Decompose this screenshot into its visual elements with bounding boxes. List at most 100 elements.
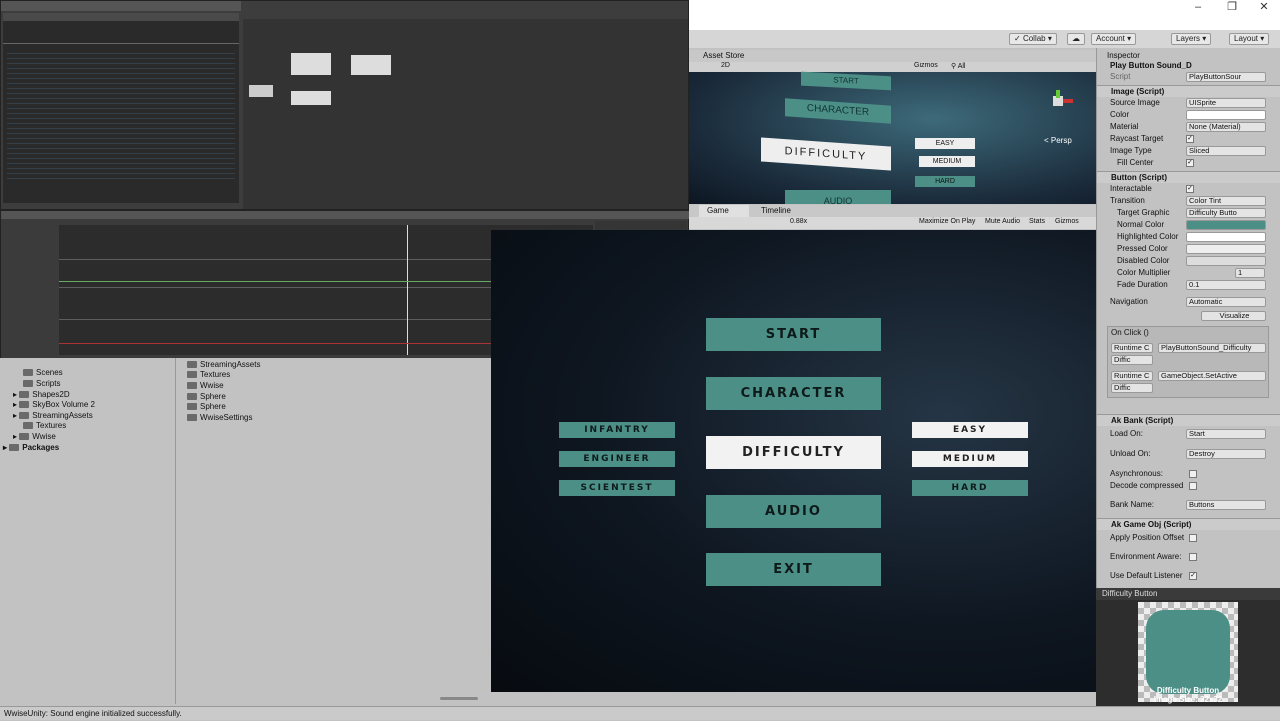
scene-search[interactable]: ⚲ All: [951, 62, 965, 70]
async-checkbox[interactable]: [1189, 470, 1197, 478]
disabled-color-label: Disabled Color: [1117, 256, 1170, 265]
material-label: Material: [1110, 122, 1139, 131]
folder-icon: [19, 391, 30, 398]
folder-wwise[interactable]: ▸ Wwise: [13, 432, 56, 441]
default-listener-checkbox[interactable]: ✓: [1189, 572, 1197, 580]
scene-gizmos-button[interactable]: Gizmos: [914, 62, 938, 69]
raycast-target-checkbox[interactable]: ✓: [1186, 135, 1194, 143]
pressed-color-field[interactable]: [1186, 244, 1266, 254]
minimize-icon[interactable]: –: [1185, 0, 1211, 14]
asset-item[interactable]: Wwise: [187, 381, 224, 390]
mute-audio-toggle[interactable]: Mute Audio: [985, 218, 1020, 225]
default-listener-label: Use Default Listener: [1110, 571, 1183, 580]
event1-runtime-dropdown[interactable]: Runtime C: [1111, 343, 1153, 353]
tab-asset-store[interactable]: Asset Store: [703, 51, 744, 60]
folder-textures[interactable]: Textures: [23, 421, 66, 430]
asset-item[interactable]: WwiseSettings: [187, 413, 252, 422]
highlighted-color-field[interactable]: [1186, 232, 1266, 242]
apply-position-offset-checkbox[interactable]: [1189, 534, 1197, 542]
layout-button[interactable]: Layout ▾: [1229, 33, 1270, 45]
asset-item[interactable]: StreamingAssets: [187, 360, 260, 369]
asset-item[interactable]: Sphere: [187, 402, 226, 411]
disabled-color-field[interactable]: [1186, 256, 1266, 266]
material-field[interactable]: None (Material): [1186, 122, 1266, 132]
audio-button[interactable]: AUDIO: [706, 495, 881, 528]
folder-scripts[interactable]: Scripts: [23, 379, 60, 388]
start-button[interactable]: START: [706, 318, 881, 351]
folder-streamingassets[interactable]: ▸ StreamingAssets: [13, 411, 93, 420]
unload-on-dropdown[interactable]: Destroy: [1186, 449, 1266, 459]
layers-button[interactable]: Layers ▾: [1171, 33, 1212, 45]
folder-icon: [19, 412, 30, 419]
scene-orientation-gizmo[interactable]: [1043, 90, 1073, 120]
normal-color-field[interactable]: [1186, 220, 1266, 230]
navigation-dropdown[interactable]: Automatic: [1186, 297, 1266, 307]
source-image-field[interactable]: UISprite: [1186, 98, 1266, 108]
target-graphic-field[interactable]: Difficulty Butto: [1186, 208, 1266, 218]
folder-label: Packages: [22, 443, 60, 452]
scene-character-button: CHARACTER: [785, 98, 891, 124]
asset-label: StreamingAssets: [200, 360, 261, 369]
visualize-button[interactable]: Visualize: [1201, 311, 1266, 321]
event2-object-field[interactable]: Diffic: [1111, 383, 1153, 393]
folder-packages[interactable]: ▸ Packages: [3, 443, 59, 452]
event2-runtime-dropdown[interactable]: Runtime C: [1111, 371, 1153, 381]
preview-caption-size: Image Size: 32x32: [1153, 695, 1223, 704]
folder-shapes2d[interactable]: ▸ Shapes2D: [13, 390, 70, 399]
akbank-component-header[interactable]: Ak Bank (Script): [1097, 414, 1280, 426]
difficulty-button[interactable]: DIFFICULTY: [706, 436, 881, 469]
hard-button[interactable]: HARD: [912, 480, 1028, 496]
game-gizmos-button[interactable]: Gizmos: [1055, 218, 1079, 225]
environment-aware-checkbox[interactable]: [1189, 553, 1197, 561]
account-button[interactable]: Account ▾: [1091, 33, 1137, 45]
pressed-color-label: Pressed Color: [1117, 244, 1168, 253]
medium-button[interactable]: MEDIUM: [912, 451, 1028, 467]
color-multiplier-field[interactable]: 1: [1235, 268, 1265, 278]
scene-view[interactable]: 2D Gizmos ⚲ All START CHARACTER DIFFICUL…: [689, 62, 1096, 204]
cloud-icon[interactable]: ☁: [1067, 33, 1085, 45]
2d-toggle[interactable]: 2D: [721, 62, 730, 69]
event2-function-dropdown[interactable]: GameObject.SetActive: [1158, 371, 1266, 381]
fade-duration-field[interactable]: 0.1: [1186, 280, 1266, 290]
color-field[interactable]: [1186, 110, 1266, 120]
scientest-button[interactable]: SCIENTEST: [559, 480, 675, 496]
collab-button[interactable]: ✓ Collab ▾: [1009, 33, 1057, 45]
folder-icon: [187, 393, 197, 400]
akgameobj-component-header[interactable]: Ak Game Obj (Script): [1097, 518, 1280, 530]
script-row: Script PlayButtonSour: [1097, 71, 1280, 83]
event1-function-dropdown[interactable]: PlayButtonSound_Difficulty: [1158, 343, 1266, 353]
infantry-button[interactable]: INFANTRY: [559, 422, 675, 438]
asset-label: Sphere: [200, 402, 226, 411]
script-field: PlayButtonSour: [1186, 72, 1266, 82]
game-view[interactable]: START CHARACTER DIFFICULTY AUDIO EXIT IN…: [491, 230, 1096, 692]
scene-persp-label[interactable]: < Persp: [1044, 136, 1072, 145]
decode-checkbox[interactable]: [1189, 482, 1197, 490]
asset-item[interactable]: Textures: [187, 370, 230, 379]
folder-label: Scripts: [36, 379, 61, 388]
tab-game[interactable]: Game: [699, 205, 749, 217]
event1-object-field[interactable]: Diffic: [1111, 355, 1153, 365]
stats-toggle[interactable]: Stats: [1029, 218, 1045, 225]
zoom-slider[interactable]: [440, 697, 478, 700]
button-component-header[interactable]: Button (Script): [1097, 171, 1280, 183]
engineer-button[interactable]: ENGINEER: [559, 451, 675, 467]
folder-scenes[interactable]: Scenes: [23, 368, 63, 377]
game-scale-slider[interactable]: 0.88x: [790, 218, 807, 225]
image-type-dropdown[interactable]: Sliced: [1186, 146, 1266, 156]
close-icon[interactable]: ✕: [1251, 0, 1277, 14]
tab-inspector[interactable]: Inspector: [1107, 51, 1140, 60]
interactable-checkbox[interactable]: ✓: [1186, 185, 1194, 193]
exit-button[interactable]: EXIT: [706, 553, 881, 586]
character-button[interactable]: CHARACTER: [706, 377, 881, 410]
bank-name-field[interactable]: Buttons: [1186, 500, 1266, 510]
image-component-header[interactable]: Image (Script): [1097, 85, 1280, 97]
fill-center-checkbox[interactable]: ✓: [1186, 159, 1194, 167]
maximize-on-play-toggle[interactable]: Maximize On Play: [919, 218, 975, 225]
asset-item[interactable]: Sphere: [187, 392, 226, 401]
restore-icon[interactable]: ❐: [1219, 0, 1245, 14]
folder-skybox[interactable]: ▸ SkyBox Volume 2: [13, 400, 95, 409]
transition-dropdown[interactable]: Color Tint: [1186, 196, 1266, 206]
easy-button[interactable]: EASY: [912, 422, 1028, 438]
load-on-dropdown[interactable]: Start: [1186, 429, 1266, 439]
tab-timeline[interactable]: Timeline: [761, 206, 791, 215]
